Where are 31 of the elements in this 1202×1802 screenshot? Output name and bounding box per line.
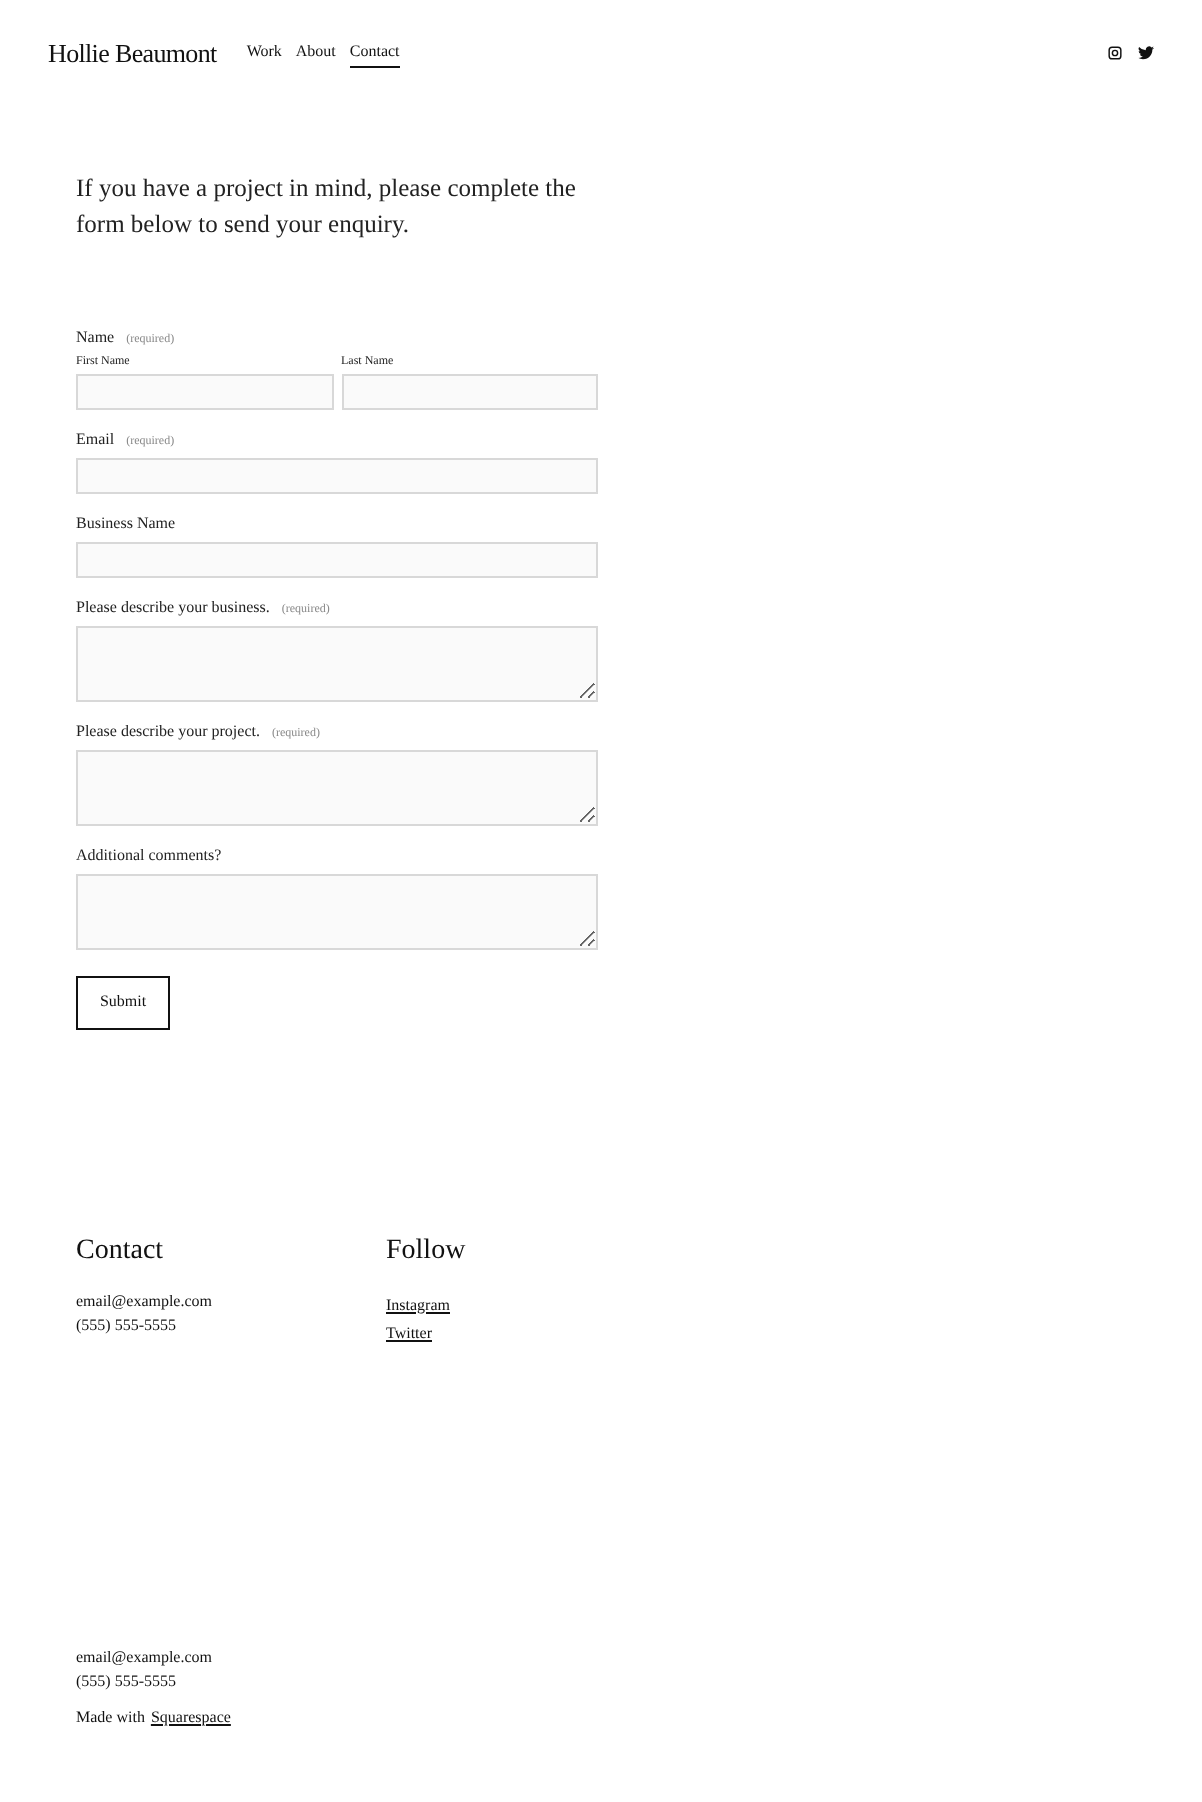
social-link[interactable]: Instagram <box>386 1295 450 1313</box>
footer-text: Made with <box>76 1705 145 1729</box>
field-label: Name <box>76 329 115 345</box>
input-field[interactable] <box>76 457 598 493</box>
input-field[interactable] <box>76 373 333 409</box>
nav-link[interactable]: Work <box>246 39 282 68</box>
nav-link[interactable]: About <box>295 39 336 68</box>
text-area[interactable] <box>76 873 598 949</box>
bird-icon[interactable] <box>1138 46 1154 61</box>
site-title[interactable]: Hollie Beaumont <box>48 34 217 73</box>
field-label: Email <box>76 431 115 447</box>
field-label: Please describe your project. <box>76 723 260 739</box>
footer-text: email@example.com <box>76 1645 215 1669</box>
text-area[interactable] <box>76 749 598 825</box>
submit-button[interactable]: Submit <box>76 975 170 1029</box>
field-label: Please describe your business. <box>76 599 270 615</box>
text-area[interactable] <box>76 625 598 701</box>
contact-text: email@example.com <box>76 1289 215 1313</box>
contact-text: (555) 555-5555 <box>76 1313 178 1337</box>
field-label: Business Name <box>76 515 176 531</box>
section-heading: Follow <box>386 1233 466 1269</box>
section-heading: Contact <box>76 1233 166 1269</box>
nav-link[interactable]: Contact <box>349 39 400 68</box>
input-field[interactable] <box>76 541 598 577</box>
social-link[interactable]: Twitter <box>386 1323 432 1341</box>
footer-link[interactable]: Squarespace <box>150 1705 231 1729</box>
instagram-icon[interactable] <box>1108 46 1122 61</box>
field-label: Additional comments? <box>76 847 222 863</box>
input-field[interactable] <box>341 373 598 409</box>
intro-heading: If you have a project in mind, please complete the form below to send your enquiry. <box>76 171 578 241</box>
footer-text: (555) 555-5555 <box>76 1669 178 1693</box>
